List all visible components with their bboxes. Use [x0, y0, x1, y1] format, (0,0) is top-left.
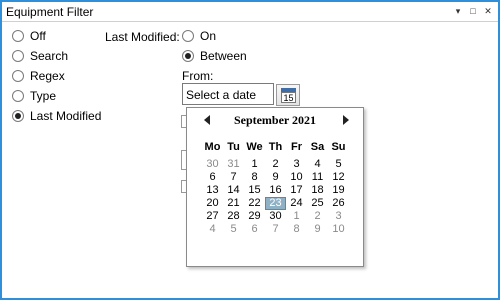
- calendar-day[interactable]: 1: [244, 158, 265, 171]
- calendar-day[interactable]: 13: [202, 184, 223, 197]
- calendar-day[interactable]: 12: [328, 171, 349, 184]
- calendar-day[interactable]: 30: [202, 158, 223, 171]
- calendar-day[interactable]: 10: [328, 223, 349, 236]
- calendar-day[interactable]: 4: [307, 158, 328, 171]
- calendar-day[interactable]: 6: [202, 171, 223, 184]
- title-bar: Equipment Filter ▾ □ ✕: [2, 2, 498, 22]
- equipment-filter-window: Equipment Filter ▾ □ ✕ Off Search Regex …: [0, 0, 500, 300]
- calendar-day[interactable]: 8: [244, 171, 265, 184]
- radio-off-label: Off: [30, 29, 46, 43]
- arrow-right-icon: [343, 115, 349, 125]
- calendar-header: September 2021: [187, 108, 363, 132]
- calendar-day[interactable]: 9: [307, 223, 328, 236]
- radio-search-label: Search: [30, 49, 69, 63]
- calendar-day[interactable]: 11: [307, 171, 328, 184]
- calendar-day-selected[interactable]: 23: [265, 197, 286, 210]
- calendar-day[interactable]: 31: [223, 158, 244, 171]
- radio-search[interactable]: Search: [12, 48, 68, 64]
- weekday-header: Tu: [227, 141, 240, 153]
- weekday-header: Fr: [291, 141, 302, 153]
- radio-circle[interactable]: [182, 50, 194, 62]
- next-month-button[interactable]: [339, 113, 353, 127]
- calendar-day[interactable]: 22: [244, 197, 265, 210]
- radio-circle[interactable]: [12, 70, 24, 82]
- last-modified-label: Last Modified:: [105, 30, 180, 44]
- weekday-header: Mo: [204, 141, 221, 153]
- radio-regex[interactable]: Regex: [12, 68, 65, 84]
- radio-last-modified[interactable]: Last Modified: [12, 108, 101, 124]
- maximize-icon[interactable]: □: [467, 5, 479, 17]
- radio-between-label: Between: [200, 49, 247, 63]
- dropdown-icon[interactable]: ▾: [452, 5, 464, 17]
- radio-type[interactable]: Type: [12, 88, 56, 104]
- calendar-day[interactable]: 28: [223, 210, 244, 223]
- weekday-header: Sa: [310, 141, 325, 153]
- calendar-day[interactable]: 3: [328, 210, 349, 223]
- calendar-day[interactable]: 1: [286, 210, 307, 223]
- calendar-day[interactable]: 5: [223, 223, 244, 236]
- calendar-day[interactable]: 6: [244, 223, 265, 236]
- from-date-input[interactable]: Select a date: [182, 83, 274, 105]
- close-icon[interactable]: ✕: [482, 5, 494, 17]
- radio-circle[interactable]: [12, 110, 24, 122]
- weekday-header: Th: [268, 141, 283, 153]
- radio-circle[interactable]: [182, 30, 194, 42]
- calendar-day[interactable]: 5: [328, 158, 349, 171]
- calendar-day[interactable]: 29: [244, 210, 265, 223]
- radio-circle[interactable]: [12, 90, 24, 102]
- from-label: From:: [182, 69, 214, 83]
- calendar-day[interactable]: 8: [286, 223, 307, 236]
- calendar-day[interactable]: 7: [223, 171, 244, 184]
- calendar-day[interactable]: 3: [286, 158, 307, 171]
- calendar-day[interactable]: 25: [307, 197, 328, 210]
- calendar-day[interactable]: 16: [265, 184, 286, 197]
- calendar-day[interactable]: 19: [328, 184, 349, 197]
- calendar-day[interactable]: 30: [265, 210, 286, 223]
- radio-regex-label: Regex: [30, 69, 65, 83]
- calendar-icon-number: 15: [281, 92, 296, 103]
- radio-type-label: Type: [30, 89, 57, 103]
- radio-circle[interactable]: [12, 50, 24, 62]
- weekday-header: We: [246, 141, 263, 153]
- calendar-day[interactable]: 14: [223, 184, 244, 197]
- calendar-popup: September 2021 Mo Tu We Th Fr Sa Su 30 31 1 2 3 4 5 6 7…: [186, 107, 364, 267]
- calendar-day[interactable]: 10: [286, 171, 307, 184]
- calendar-day[interactable]: 9: [265, 171, 286, 184]
- radio-circle[interactable]: [12, 30, 24, 42]
- calendar-day[interactable]: 26: [328, 197, 349, 210]
- calendar-button[interactable]: 15: [276, 84, 300, 106]
- radio-between[interactable]: Between: [182, 48, 247, 64]
- radio-on[interactable]: On: [182, 28, 216, 44]
- calendar-day[interactable]: 7: [265, 223, 286, 236]
- window-title: Equipment Filter: [6, 5, 94, 19]
- calendar-day[interactable]: 24: [286, 197, 307, 210]
- weekday-header: Su: [331, 141, 346, 153]
- calendar-month-title[interactable]: September 2021: [187, 113, 363, 128]
- calendar-day[interactable]: 18: [307, 184, 328, 197]
- radio-on-label: On: [200, 29, 217, 43]
- calendar-day[interactable]: 2: [307, 210, 328, 223]
- calendar-day[interactable]: 21: [223, 197, 244, 210]
- radio-off[interactable]: Off: [12, 28, 46, 44]
- calendar-day[interactable]: 4: [202, 223, 223, 236]
- calendar-day[interactable]: 27: [202, 210, 223, 223]
- calendar-day[interactable]: 17: [286, 184, 307, 197]
- calendar-day[interactable]: 2: [265, 158, 286, 171]
- calendar-day[interactable]: 20: [202, 197, 223, 210]
- calendar-day[interactable]: 15: [244, 184, 265, 197]
- radio-last-modified-label: Last Modified: [30, 109, 102, 123]
